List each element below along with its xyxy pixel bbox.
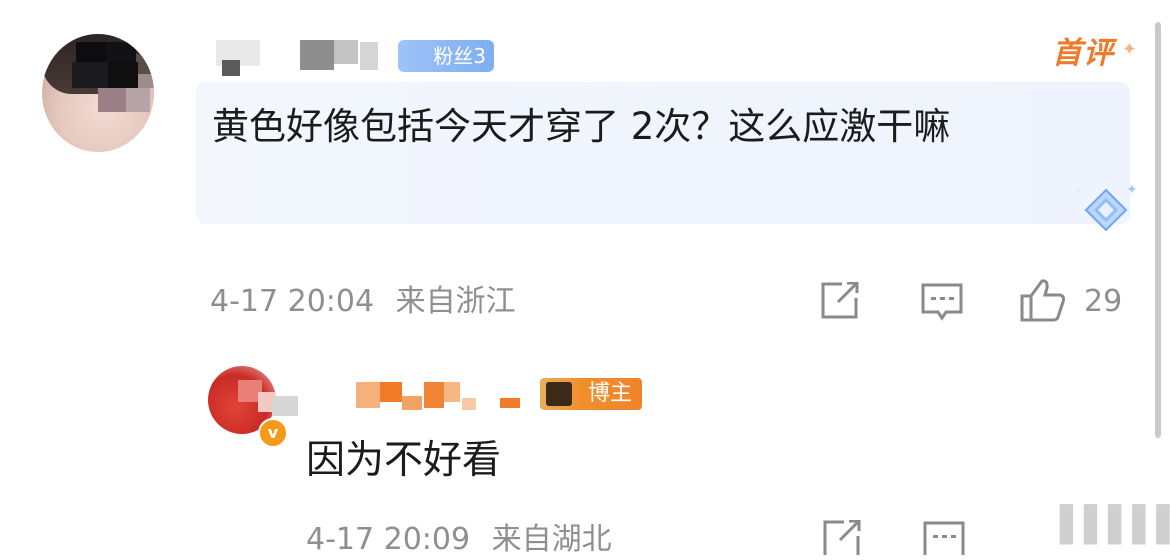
avatar-mosaic [108, 62, 138, 88]
reply-text: 因为不好看 [306, 438, 502, 483]
username-blurred [444, 382, 460, 402]
comment-meta: 4-17 20:04 来自浙江 [210, 282, 516, 322]
watermark: ▌▌▌▌▌▌ [1060, 505, 1170, 545]
comment-text: 黄色好像包括今天才穿了 2次？这么应激干嘛 [212, 105, 951, 148]
thumbs-up-icon[interactable] [1020, 278, 1066, 322]
sparkle-icon: ✦ [1121, 39, 1138, 60]
username-blurred [334, 40, 358, 64]
avatar-mosaic [98, 88, 126, 112]
username-blurred [380, 382, 402, 402]
username-blurred [356, 382, 380, 408]
comment-icon[interactable] [922, 520, 966, 555]
username-blurred [402, 396, 422, 410]
diamond-icon [1084, 188, 1128, 232]
reply-location: 来自湖北 [491, 522, 612, 557]
comment-location: 来自浙江 [395, 284, 516, 319]
username-blurred [462, 398, 476, 410]
avatar-mosaic [136, 54, 154, 74]
reply-meta: 4-17 20:09 来自湖北 [306, 520, 612, 560]
fan-badge[interactable]: 粉丝3 [398, 40, 494, 72]
share-icon[interactable] [820, 282, 860, 320]
username-blurred [222, 60, 240, 76]
username-blurred [500, 398, 520, 408]
avatar-mosaic [72, 62, 108, 88]
avatar-mosaic [126, 88, 150, 112]
blogger-badge-label: 博主 [587, 381, 632, 406]
first-comment-badge-label: 首评 [1052, 36, 1114, 71]
comment-icon[interactable] [920, 282, 964, 322]
avatar-mosaic [76, 42, 106, 62]
username-blurred[interactable] [272, 396, 298, 416]
username-blurred [300, 40, 334, 70]
blogger-badge-icon [546, 382, 572, 406]
like-count: 29 [1084, 284, 1123, 319]
avatar[interactable] [42, 34, 154, 152]
sparkle-icon: ✦ [1126, 182, 1138, 198]
avatar-mosaic [138, 74, 154, 88]
reply-date: 4-17 20:09 [306, 522, 471, 557]
verified-badge-icon: v [258, 418, 288, 448]
blogger-badge: 博主 [540, 378, 642, 410]
scrollbar[interactable] [1155, 22, 1161, 438]
username-blurred [424, 382, 444, 408]
comment-date: 4-17 20:04 [210, 284, 375, 319]
share-icon[interactable] [822, 520, 862, 555]
avatar-mosaic [106, 42, 136, 62]
sparkle-icon: ◦ [1076, 186, 1082, 197]
username-blurred [360, 42, 378, 70]
first-comment-badge: 首评 ✦ [1052, 34, 1137, 74]
